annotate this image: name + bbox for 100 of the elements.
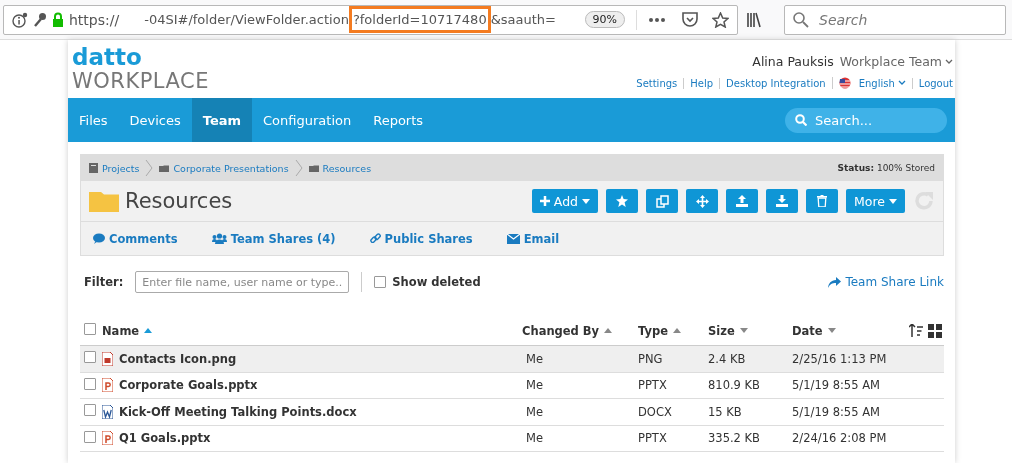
header-link[interactable]: Desktop Integration — [719, 77, 826, 89]
flag-icon — [838, 77, 851, 89]
address-bar[interactable]: https:// -04SI#/folder/ViewFolder.action ?folderId=10717480 &saauth= 90% — [3, 4, 738, 35]
download-button[interactable] — [766, 189, 798, 213]
breadcrumb-link[interactable]: Corporate Presentations — [159, 162, 289, 174]
more-icon — [648, 16, 666, 23]
plus-icon — [539, 196, 550, 206]
changed-by-cell-text: Me — [525, 351, 543, 366]
share-link[interactable]: Public Shares — [369, 231, 473, 246]
sort-ascending-icon — [604, 328, 613, 333]
checkbox[interactable] — [374, 276, 387, 288]
row-checkbox[interactable] — [84, 351, 96, 364]
search-field[interactable]: Search... — [785, 107, 947, 133]
nav-tab[interactable]: Configuration — [252, 98, 363, 142]
file-name[interactable]: Q1 Goals.pptx — [119, 431, 211, 446]
file-name[interactable]: Corporate Goals.pptx — [119, 378, 258, 393]
nav-tab[interactable]: Devices — [118, 98, 192, 142]
team-share-link[interactable]: Team Share Link — [828, 275, 944, 289]
team-menu[interactable]: Workplace Team — [839, 54, 953, 69]
caret-icon — [945, 58, 953, 65]
add-button[interactable]: Add — [531, 189, 598, 213]
sort-ascending-icon — [673, 328, 681, 333]
move-button[interactable] — [686, 189, 718, 213]
share-link[interactable]: Team Shares (4) — [211, 231, 336, 246]
type-cell: PNG — [638, 351, 663, 366]
url-path: &saauth= — [490, 12, 556, 27]
powerpoint-file-icon — [102, 431, 113, 446]
header-link[interactable]: Logout — [911, 77, 953, 89]
select-all-checkbox[interactable] — [84, 323, 96, 335]
more-button[interactable]: More — [846, 189, 905, 213]
changed-by-cell-text: Me — [525, 431, 543, 446]
column-header[interactable]: Type — [638, 323, 681, 338]
search-input[interactable]: Search... — [813, 111, 933, 129]
copy-icon — [655, 194, 669, 208]
shield-icon — [682, 12, 698, 27]
copy-button[interactable] — [646, 189, 678, 213]
trash-icon — [817, 195, 827, 207]
zoom-level[interactable]: 90% — [584, 11, 625, 28]
file-row[interactable]: Corporate Goals.pptx Me PPTX 810.9 KB 5/1/19 8:55 AM — [80, 372, 944, 399]
info-icon — [12, 11, 28, 28]
date-cell: 2/24/16 2:08 PM — [792, 431, 887, 446]
share-link[interactable]: Email — [506, 231, 560, 246]
share-link[interactable]: Comments — [93, 231, 178, 246]
filter-field[interactable]: Enter file name, user name or type... — [135, 271, 350, 293]
file-row[interactable]: Contacts Icon.png Me PNG 2.4 KB 2/25/16 1:13 PM — [80, 346, 944, 373]
column-header[interactable]: Changed By — [522, 323, 613, 338]
header-link[interactable]: Settings — [636, 77, 678, 89]
size-cell: 810.9 KB — [708, 378, 760, 393]
breadcrumb-link[interactable]: Projects — [89, 162, 140, 174]
header-link[interactable]: Help — [683, 77, 714, 89]
row-checkbox[interactable] — [84, 430, 96, 443]
url-query: ?folderId=10717480 — [348, 6, 491, 33]
favorite-button[interactable] — [606, 189, 638, 213]
nav-tab[interactable]: Files — [68, 98, 119, 142]
logo-text: datto — [72, 46, 143, 68]
chevron-icon — [294, 160, 303, 176]
sort-descending-icon — [827, 328, 836, 333]
logo-subtitle: WORKPLACE — [72, 68, 209, 94]
row-checkbox[interactable] — [84, 404, 96, 417]
url-path: -04SI#/folder/ViewFolder.action — [144, 12, 349, 27]
browser-search-field[interactable]: Search — [784, 4, 1006, 35]
share-arrow-icon — [828, 276, 842, 288]
date-cell: 2/25/16 1:13 PM — [792, 351, 887, 366]
caret-icon — [889, 198, 897, 204]
chevron-icon — [145, 160, 154, 176]
envelope-icon — [506, 233, 520, 244]
header-link[interactable]: English — [831, 77, 906, 89]
folder-icon — [308, 164, 319, 172]
key-icon — [33, 11, 47, 28]
column-header[interactable]: Name — [102, 323, 153, 338]
delete-button[interactable] — [806, 189, 838, 213]
breadcrumb-link[interactable]: Resources — [308, 162, 372, 174]
file-name[interactable]: Kick-Off Meeting Talking Points.docx — [119, 404, 357, 419]
word-file-icon — [102, 404, 113, 419]
download-icon — [776, 195, 788, 207]
row-checkbox[interactable] — [84, 377, 96, 390]
file-row[interactable]: Kick-Off Meeting Talking Points.docx Me DOCX 15 KB 5/1/19 8:55 AM — [80, 399, 944, 426]
file-row[interactable]: Q1 Goals.pptx Me PPTX 335.2 KB 2/24/16 2:08 PM — [80, 425, 944, 452]
column-header[interactable]: Size — [708, 323, 748, 338]
upload-button[interactable] — [726, 189, 758, 213]
star-icon — [712, 11, 729, 28]
caret-icon — [897, 80, 906, 86]
image-file-icon — [102, 351, 113, 366]
user-name: Alina Pauksis — [752, 54, 834, 69]
size-cell: 2.4 KB — [708, 351, 746, 366]
file-name[interactable]: Contacts Icon.png — [119, 351, 237, 366]
size-cell: 15 KB — [708, 404, 742, 419]
storage-status: Status: 100% Stored — [837, 163, 935, 173]
star-icon — [616, 195, 628, 207]
sort-ascending-icon — [144, 328, 153, 333]
caret-icon — [582, 198, 590, 204]
upload-icon — [736, 195, 748, 207]
powerpoint-file-icon — [102, 378, 113, 393]
sort-descending-icon — [739, 328, 748, 333]
nav-tab[interactable]: Reports — [362, 98, 435, 142]
nav-tab[interactable]: Team — [191, 98, 253, 142]
column-header[interactable]: Date — [792, 323, 836, 338]
lock-icon — [52, 12, 64, 27]
search-icon — [795, 114, 807, 126]
link-icon — [369, 233, 381, 244]
